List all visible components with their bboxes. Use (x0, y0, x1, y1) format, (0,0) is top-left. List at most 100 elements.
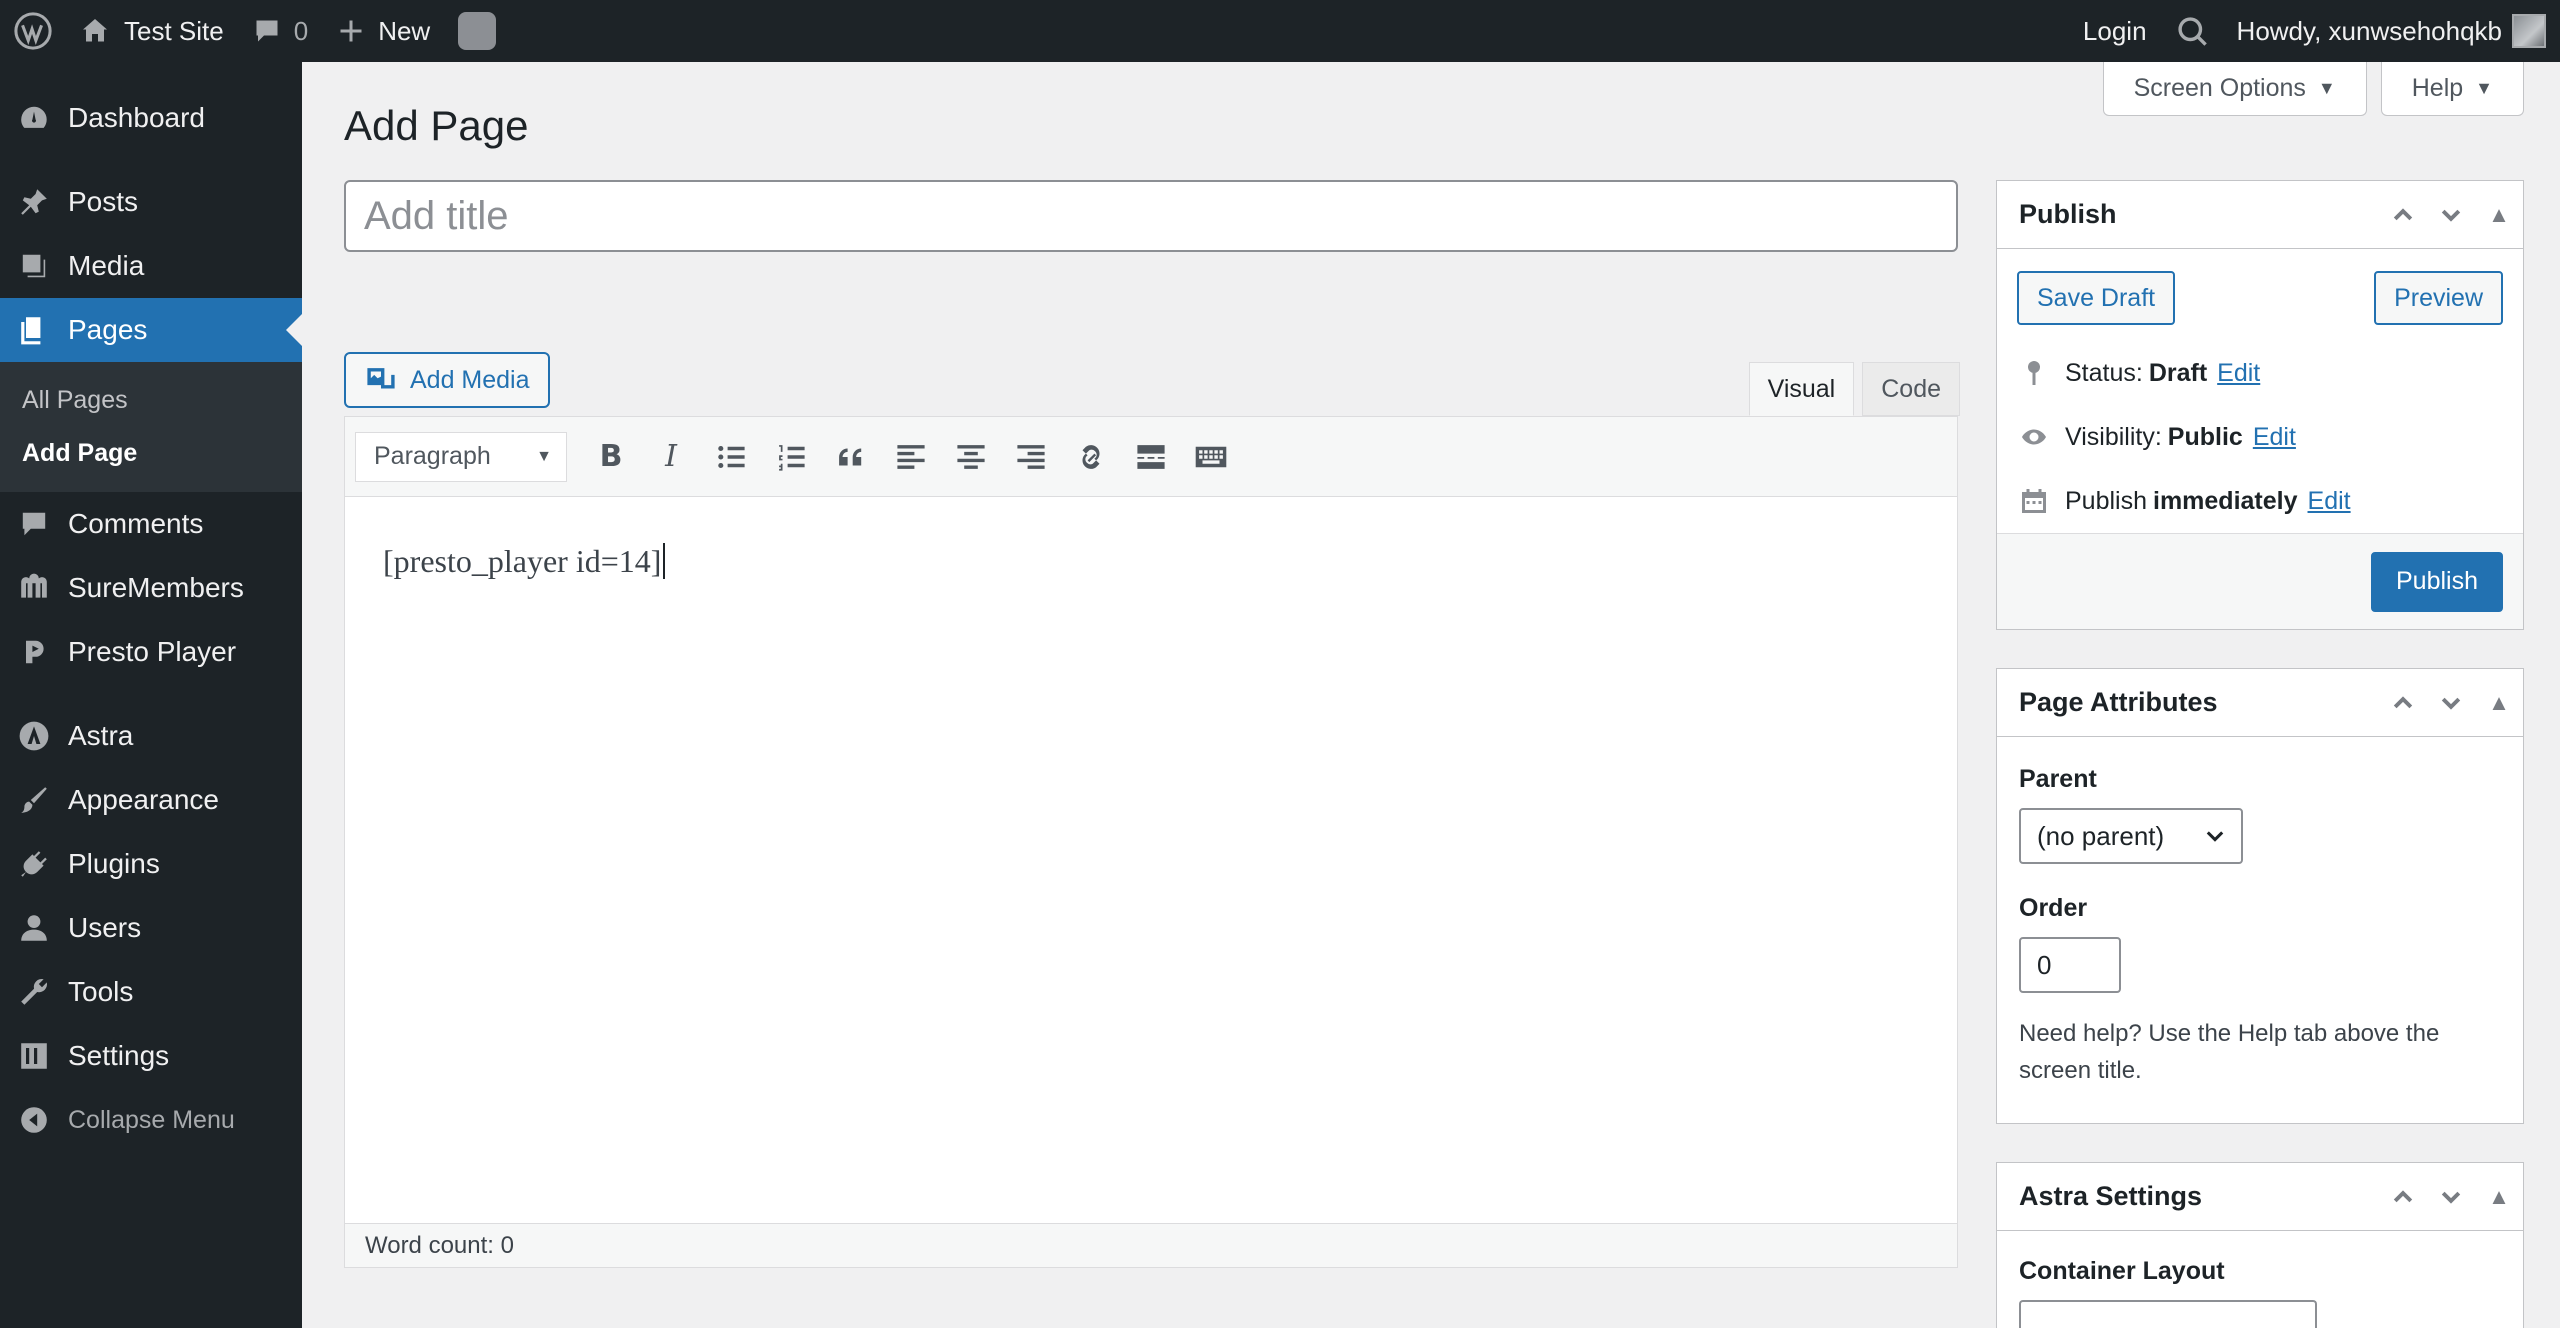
pages-icon (16, 312, 52, 348)
blockquote-icon[interactable] (821, 432, 881, 482)
site-name: Test Site (124, 15, 224, 46)
sidebar-item-tools[interactable]: Tools (0, 960, 302, 1024)
toggle-panel-icon[interactable]: ▲ (2475, 202, 2523, 228)
avatar (2512, 14, 2546, 48)
calendar-icon (2022, 489, 2046, 513)
plugin-toolbar-icon[interactable] (444, 0, 510, 62)
astra-icon (16, 718, 52, 754)
sidebar-item-posts[interactable]: Posts (0, 170, 302, 234)
howdy-text: Howdy, xunwsehohqkb (2236, 15, 2502, 46)
my-account-link[interactable]: Howdy, xunwsehohqkb (2223, 0, 2560, 62)
read-more-icon[interactable] (1121, 432, 1181, 482)
login-link[interactable]: Login (2069, 0, 2161, 62)
admin-sidebar: Dashboard Posts Media Pages All Pages Ad… (0, 62, 302, 1328)
status-label: Status: (2065, 358, 2143, 387)
publish-button[interactable]: Publish (2371, 551, 2503, 612)
preview-button[interactable]: Preview (2374, 271, 2503, 325)
page-attributes-title: Page Attributes (2019, 687, 2218, 717)
order-value: 0 (2037, 949, 2052, 980)
site-name-link[interactable]: Test Site (66, 0, 238, 62)
suremembers-icon (16, 570, 52, 606)
align-center-icon[interactable] (941, 432, 1001, 482)
sidebar-item-label: Appearance (68, 784, 220, 815)
new-content-link[interactable]: New (322, 0, 444, 62)
edit-date-link[interactable]: Edit (2308, 487, 2351, 516)
submenu-item-all-pages[interactable]: All Pages (0, 374, 302, 427)
page-attributes-header: Page Attributes ▲ (1997, 669, 2523, 737)
align-left-icon[interactable] (881, 432, 941, 482)
screen-meta-links: Screen Options ▼ Help ▼ (2102, 62, 2524, 116)
keyboard-icon[interactable] (1181, 432, 1241, 482)
sidebar-item-suremembers[interactable]: SureMembers (0, 556, 302, 620)
align-right-icon[interactable] (1001, 432, 1061, 482)
link-icon[interactable] (1061, 432, 1121, 482)
astra-settings-title: Astra Settings (2019, 1181, 2203, 1211)
pages-submenu: All Pages Add Page (0, 362, 302, 492)
move-down-icon[interactable] (2427, 1184, 2475, 1210)
edit-visibility-link[interactable]: Edit (2253, 423, 2296, 452)
brush-icon (16, 782, 52, 818)
screen-options-label: Screen Options (2133, 74, 2306, 102)
caret-down-icon: ▼ (536, 447, 552, 465)
dashboard-icon (16, 100, 52, 136)
sidebar-item-label: Presto Player (68, 636, 237, 667)
media-icon (16, 248, 52, 284)
pin-icon (16, 184, 52, 220)
format-select[interactable]: Paragraph ▼ (355, 431, 567, 482)
sidebar-item-appearance[interactable]: Appearance (0, 768, 302, 832)
numbered-list-icon[interactable] (761, 432, 821, 482)
sidebar-item-settings[interactable]: Settings (0, 1024, 302, 1088)
italic-icon[interactable]: I (641, 432, 701, 482)
publish-box: Publish ▲ Save Draft Preview Status: Dra… (1996, 180, 2524, 630)
container-layout-select[interactable] (2019, 1300, 2317, 1328)
collapse-menu-label: Collapse Menu (68, 1105, 235, 1134)
edit-status-link[interactable]: Edit (2217, 359, 2260, 388)
move-up-icon[interactable] (2379, 202, 2427, 228)
parent-select-value: (no parent) (2037, 820, 2165, 851)
comments-link[interactable]: 0 (238, 0, 322, 62)
sidebar-item-media[interactable]: Media (0, 234, 302, 298)
tab-code[interactable]: Code (1862, 362, 1960, 416)
parent-select[interactable]: (no parent) (2019, 808, 2243, 864)
move-down-icon[interactable] (2427, 690, 2475, 716)
help-label: Help (2411, 74, 2464, 102)
sidebar-item-astra[interactable]: Astra (0, 704, 302, 768)
page-title: Add Page (344, 102, 529, 149)
sidebar-item-presto-player[interactable]: Presto Player (0, 620, 302, 684)
post-title-input[interactable] (344, 180, 1958, 252)
move-up-icon[interactable] (2379, 1184, 2427, 1210)
collapse-arrow-icon (16, 1102, 52, 1138)
sidebar-item-plugins[interactable]: Plugins (0, 832, 302, 896)
bold-icon[interactable]: B (581, 432, 641, 482)
move-down-icon[interactable] (2427, 202, 2475, 228)
toggle-panel-icon[interactable]: ▲ (2475, 690, 2523, 716)
add-media-button[interactable]: Add Media (344, 352, 550, 408)
sidebar-item-users[interactable]: Users (0, 896, 302, 960)
editor-text: [presto_player id=14] (383, 543, 662, 579)
wrench-icon (16, 974, 52, 1010)
sidebar-item-pages[interactable]: Pages (0, 298, 302, 362)
content-editor: Paragraph ▼ B I [presto_player id=14]​ W… (344, 416, 1958, 1268)
save-draft-button[interactable]: Save Draft (2017, 271, 2176, 325)
help-button[interactable]: Help ▼ (2380, 62, 2524, 116)
visibility-label: Visibility: (2065, 422, 2162, 451)
media-icon (367, 368, 395, 389)
sidebar-item-label: Pages (68, 314, 148, 345)
astra-settings-header: Astra Settings ▲ (1997, 1163, 2523, 1231)
move-up-icon[interactable] (2379, 690, 2427, 716)
screen-options-button[interactable]: Screen Options ▼ (2102, 62, 2367, 116)
plug-icon (16, 846, 52, 882)
order-input[interactable]: 0 (2019, 937, 2121, 993)
comments-count: 0 (293, 15, 309, 46)
wordpress-logo-icon[interactable] (0, 0, 66, 62)
tab-visual[interactable]: Visual (1748, 362, 1855, 416)
editor-content[interactable]: [presto_player id=14]​ (345, 497, 1957, 1177)
toggle-panel-icon[interactable]: ▲ (2475, 1184, 2523, 1210)
bulleted-list-icon[interactable] (701, 432, 761, 482)
sidebar-item-dashboard[interactable]: Dashboard (0, 86, 302, 150)
submenu-item-add-page[interactable]: Add Page (0, 427, 302, 480)
visibility-value: Public (2167, 422, 2243, 451)
search-icon[interactable] (2161, 0, 2223, 62)
sidebar-item-comments[interactable]: Comments (0, 492, 302, 556)
collapse-menu-button[interactable]: Collapse Menu (0, 1088, 302, 1152)
